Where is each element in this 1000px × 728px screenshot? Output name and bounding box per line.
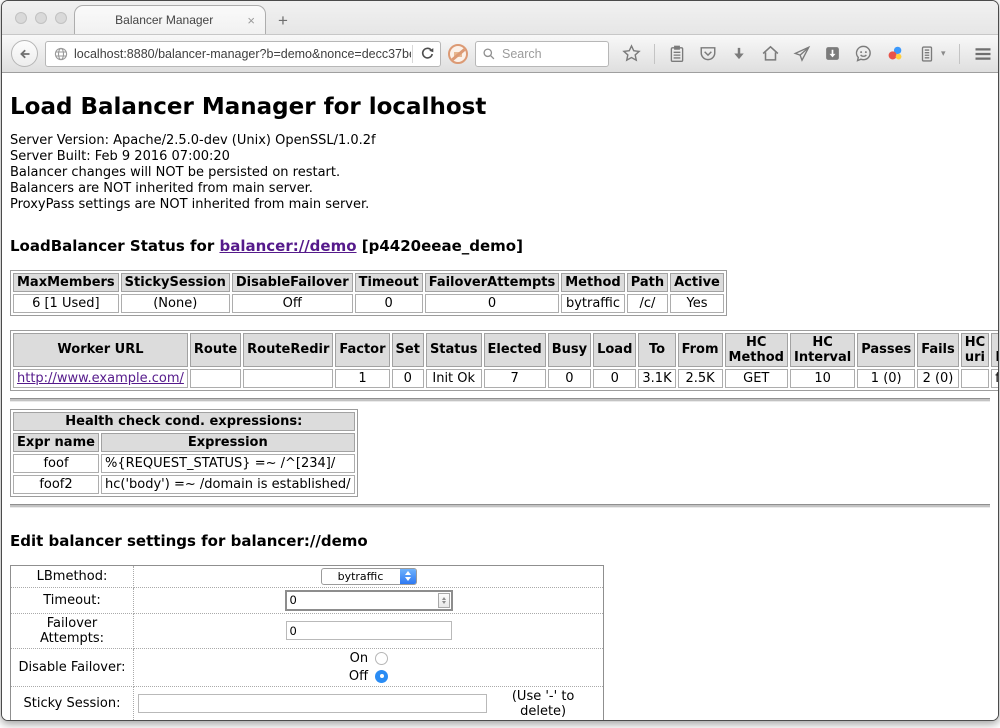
minimize-window-button[interactable] bbox=[35, 12, 47, 24]
tab-title: Balancer Manager bbox=[83, 13, 245, 27]
table-row: 6 [1 Used] (None) Off 0 0 bytraffic /c/ … bbox=[13, 294, 724, 313]
col-timeout: Timeout bbox=[355, 273, 423, 292]
page-title: Load Balancer Manager for localhost bbox=[10, 94, 990, 120]
col-disablefailover: DisableFailover bbox=[232, 273, 353, 292]
url-bar[interactable]: localhost:8880/balancer-manager?b=demo&n… bbox=[45, 41, 441, 67]
edit-balancer-form: LBmethod: bytraffic Timeout: bbox=[10, 565, 604, 721]
menu-icon[interactable] bbox=[973, 44, 993, 64]
tab-bar: Balancer Manager × + bbox=[2, 1, 998, 34]
url-text[interactable]: localhost:8880/balancer-manager?b=demo&n… bbox=[74, 47, 411, 61]
bookmark-star-icon[interactable] bbox=[622, 44, 641, 63]
edit-settings-heading: Edit balancer settings for balancer://de… bbox=[10, 532, 990, 550]
col-path: Path bbox=[627, 273, 668, 292]
disable-failover-label: Disable Failover: bbox=[11, 648, 134, 686]
col-method: Method bbox=[561, 273, 624, 292]
balancer-demo-link[interactable]: balancer://demo bbox=[219, 237, 356, 255]
col-maxmembers: MaxMembers bbox=[13, 273, 119, 292]
new-tab-button[interactable]: + bbox=[278, 12, 288, 29]
lbmethod-select[interactable]: bytraffic bbox=[321, 568, 417, 585]
health-table-title: Health check cond. expressions: bbox=[13, 412, 355, 431]
close-window-button[interactable] bbox=[15, 12, 27, 24]
sidebar-icon[interactable] bbox=[918, 45, 936, 63]
back-button[interactable] bbox=[11, 40, 38, 67]
download-icon[interactable] bbox=[730, 45, 748, 63]
persist-note-line: Balancer changes will NOT be persisted o… bbox=[10, 165, 990, 181]
worker-table: Worker URL Route RouteRedir Factor Set S… bbox=[10, 330, 999, 391]
sidebar-caret-icon[interactable]: ▾ bbox=[941, 48, 946, 59]
zoom-window-button[interactable] bbox=[55, 12, 67, 24]
balancer-status-table: MaxMembers StickySession DisableFailover… bbox=[10, 270, 727, 316]
sticky-session-label: Sticky Session: bbox=[11, 686, 134, 721]
inherit-note-line: Balancers are NOT inherited from main se… bbox=[10, 181, 990, 197]
balancer-status-heading: LoadBalancer Status for balancer://demo … bbox=[10, 237, 990, 255]
disable-failover-off-radio[interactable] bbox=[375, 670, 388, 683]
health-row: foof %{REQUEST_STATUS} =~ /^[234]/ bbox=[13, 454, 355, 473]
back-icon bbox=[17, 46, 33, 62]
tab-close-icon[interactable]: × bbox=[245, 14, 257, 27]
search-input[interactable] bbox=[500, 46, 596, 62]
col-stickysession: StickySession bbox=[121, 273, 230, 292]
timeout-input[interactable] bbox=[287, 592, 438, 608]
health-check-table: Health check cond. expressions: Expr nam… bbox=[10, 409, 358, 497]
toolbar-icons: ▾ bbox=[622, 44, 999, 64]
col-expression: Expression bbox=[101, 433, 355, 452]
col-worker-url: Worker URL bbox=[13, 333, 188, 367]
home-icon[interactable] bbox=[761, 44, 780, 63]
server-version-line: Server Version: Apache/2.5.0-dev (Unix) … bbox=[10, 133, 990, 149]
reload-button[interactable] bbox=[414, 46, 440, 61]
worker-url-link[interactable]: http://www.example.com/ bbox=[17, 371, 184, 386]
navigation-toolbar: localhost:8880/balancer-manager?b=demo&n… bbox=[2, 34, 998, 73]
hello-icon[interactable] bbox=[886, 44, 905, 63]
failover-attempts-input[interactable] bbox=[286, 621, 452, 640]
radio-off-label: Off bbox=[349, 669, 368, 684]
number-stepper-icon[interactable] bbox=[438, 593, 450, 608]
health-row: foof2 hc('body') =~ /domain is establish… bbox=[13, 475, 355, 494]
search-bar[interactable] bbox=[475, 41, 609, 67]
timeout-field-wrapper bbox=[285, 590, 453, 611]
search-icon bbox=[482, 47, 496, 61]
timeout-label: Timeout: bbox=[11, 587, 134, 613]
worker-row: http://www.example.com/ 1 0 Init Ok 7 0 … bbox=[13, 369, 999, 388]
radio-on-label: On bbox=[350, 651, 368, 666]
section-divider bbox=[10, 504, 990, 508]
sticky-session-hint: (Use '-' to delete) bbox=[487, 689, 599, 719]
pocket-icon[interactable] bbox=[699, 45, 717, 63]
disable-failover-on-radio[interactable] bbox=[375, 652, 388, 665]
col-expr-name: Expr name bbox=[13, 433, 99, 452]
bookmarks-menu-icon[interactable] bbox=[668, 45, 686, 63]
share-icon[interactable] bbox=[793, 45, 811, 63]
browser-window: Balancer Manager × + localhost:8880/bala… bbox=[1, 0, 999, 721]
blocked-content-icon[interactable] bbox=[448, 44, 468, 64]
proxypass-note-line: ProxyPass settings are NOT inherited fro… bbox=[10, 197, 990, 213]
window-controls bbox=[15, 12, 67, 24]
section-divider bbox=[10, 398, 990, 402]
col-failoverattempts: FailoverAttempts bbox=[425, 273, 560, 292]
tab-balancer-manager[interactable]: Balancer Manager × bbox=[74, 5, 266, 34]
col-active: Active bbox=[670, 273, 724, 292]
save-page-icon[interactable] bbox=[824, 45, 841, 62]
page-content: Load Balancer Manager for localhost Serv… bbox=[2, 94, 998, 721]
lbmethod-label: LBmethod: bbox=[11, 565, 134, 587]
select-stepper-icon bbox=[400, 569, 416, 584]
server-built-line: Server Built: Feb 9 2016 07:00:20 bbox=[10, 149, 990, 165]
chat-icon[interactable] bbox=[854, 44, 873, 63]
sticky-session-input[interactable] bbox=[138, 694, 487, 713]
globe-icon bbox=[46, 46, 74, 62]
failover-attempts-label: Failover Attempts: bbox=[11, 613, 134, 648]
server-info: Server Version: Apache/2.5.0-dev (Unix) … bbox=[10, 133, 990, 213]
